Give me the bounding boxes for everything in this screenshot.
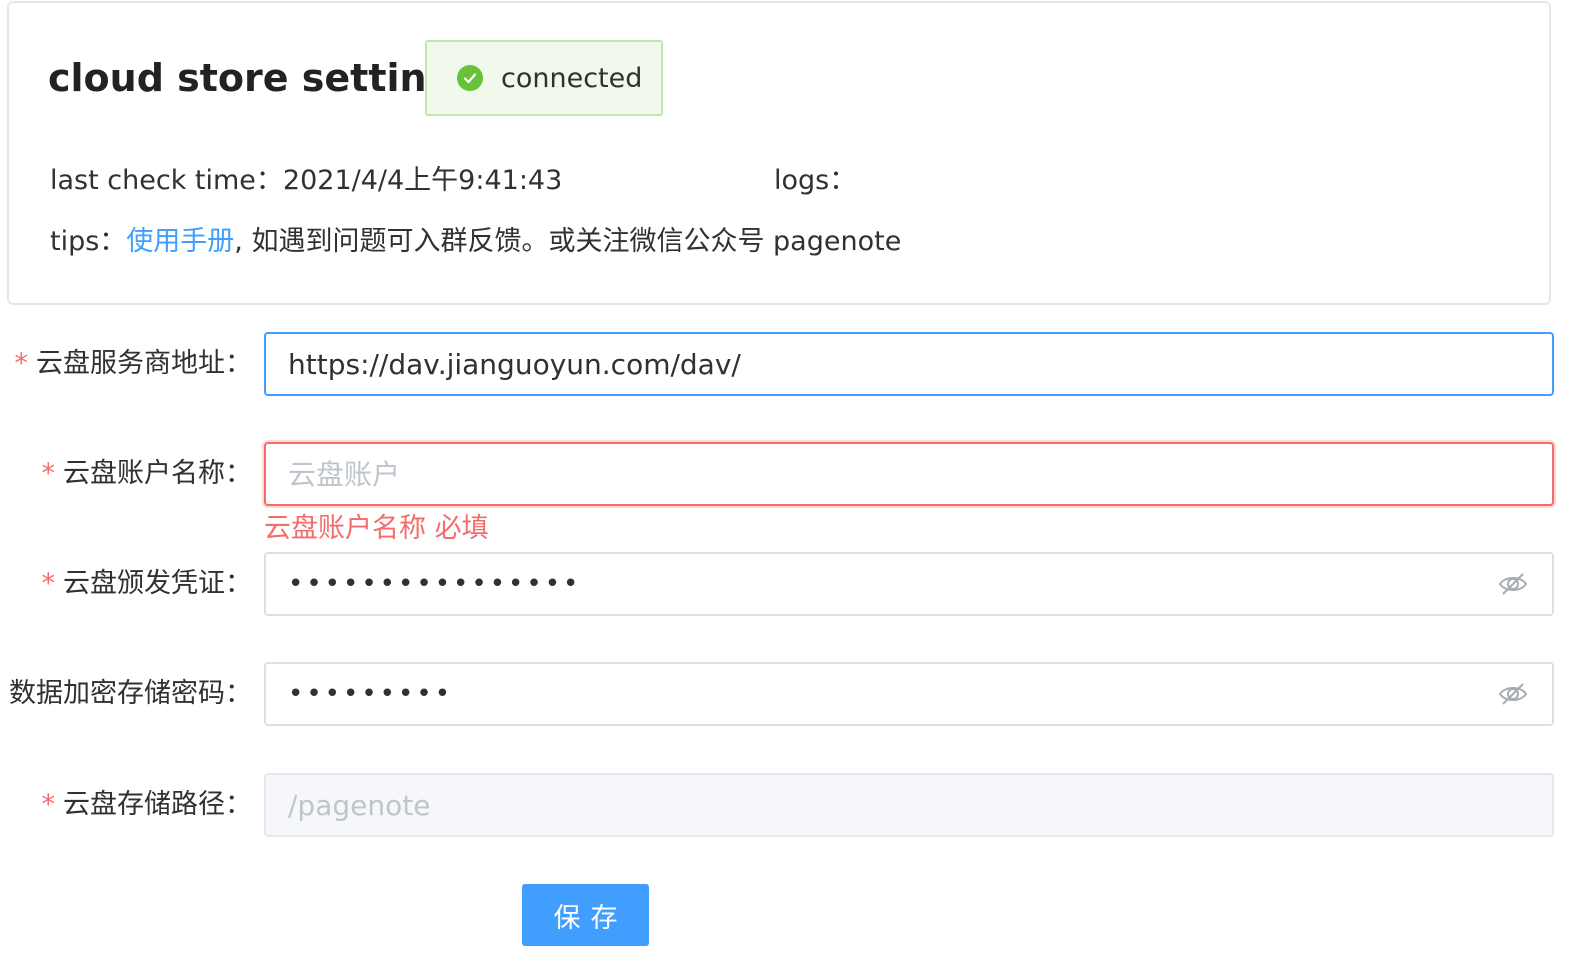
check-circle-icon bbox=[457, 65, 483, 91]
encrypt-password-field bbox=[264, 662, 1554, 726]
form-row-credential: * 云盘颁发凭证： bbox=[0, 552, 1590, 616]
last-check-time: last check time：2021/4/4上午9:41:43 bbox=[50, 158, 562, 197]
page-title: cloud store setting bbox=[48, 56, 454, 100]
logs-label: logs： bbox=[774, 165, 857, 196]
account-name-error: 云盘账户名称 必填 bbox=[264, 513, 489, 544]
required-mark: * bbox=[14, 348, 29, 379]
status-card bbox=[7, 1, 1551, 305]
required-mark: * bbox=[41, 789, 56, 820]
credential-label-text: 云盘颁发凭证： bbox=[63, 568, 252, 599]
storage-path-input bbox=[266, 775, 1552, 835]
credential-field bbox=[264, 552, 1554, 616]
server-address-field bbox=[264, 332, 1554, 396]
tips-line: tips：使用手册, 如遇到问题可入群反馈。或关注微信公众号 pagenote bbox=[50, 219, 901, 258]
server-address-label-text: 云盘服务商地址： bbox=[36, 348, 252, 379]
last-check-value: 2021/4/4上午9:41:43 bbox=[282, 165, 563, 196]
form-row-server: * 云盘服务商地址： bbox=[0, 332, 1590, 396]
credential-label: * 云盘颁发凭证： bbox=[42, 552, 253, 616]
form-row-encrypt: * 数据加密存储密码： bbox=[0, 662, 1590, 726]
encrypt-password-label: * 数据加密存储密码： bbox=[0, 662, 252, 726]
account-name-input[interactable] bbox=[266, 444, 1552, 504]
required-mark: * bbox=[41, 568, 56, 599]
storage-path-field bbox=[264, 773, 1554, 837]
server-address-input[interactable] bbox=[266, 334, 1552, 394]
form-row-path: * 云盘存储路径： bbox=[0, 773, 1590, 837]
eye-off-icon[interactable] bbox=[1496, 677, 1530, 711]
server-address-label: * 云盘服务商地址： bbox=[15, 332, 253, 396]
credential-input[interactable] bbox=[266, 554, 1496, 614]
account-name-label-text: 云盘账户名称： bbox=[63, 458, 252, 489]
storage-path-label-text: 云盘存储路径： bbox=[63, 789, 252, 820]
last-check-label: last check time： bbox=[50, 165, 283, 196]
tips-label: tips： bbox=[50, 226, 127, 257]
required-mark: * bbox=[41, 458, 56, 489]
tips-text: , 如遇到问题可入群反馈。或关注微信公众号 pagenote bbox=[234, 226, 902, 257]
save-button[interactable]: 保存 bbox=[522, 884, 649, 946]
storage-path-label: * 云盘存储路径： bbox=[42, 773, 253, 837]
required-mark: * bbox=[0, 678, 1, 709]
manual-link[interactable]: 使用手册 bbox=[126, 226, 234, 257]
encrypt-password-input[interactable] bbox=[266, 664, 1496, 724]
eye-off-icon[interactable] bbox=[1496, 567, 1530, 601]
account-name-field bbox=[264, 442, 1554, 506]
encrypt-password-label-text: 数据加密存储密码： bbox=[9, 678, 252, 709]
form-row-account: * 云盘账户名称： bbox=[0, 442, 1590, 506]
connection-status-text: connected bbox=[501, 62, 643, 94]
account-name-label: * 云盘账户名称： bbox=[42, 442, 253, 506]
connection-status-badge: connected bbox=[425, 40, 663, 116]
